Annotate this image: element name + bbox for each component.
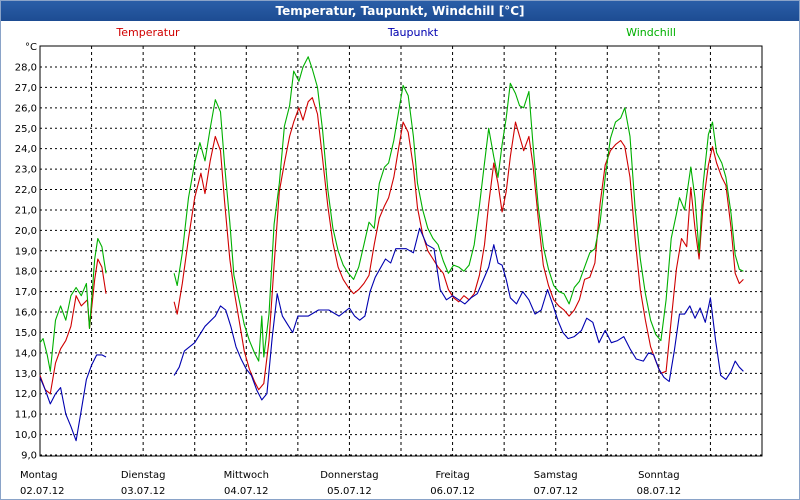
y-tick-label: 24,0	[15, 144, 37, 155]
y-tick-label: 27,0	[15, 83, 37, 94]
y-tick-label: 9,0	[21, 451, 37, 462]
x-tick-date: 02.07.12	[20, 486, 65, 497]
y-tick-label: 12,0	[15, 389, 37, 400]
y-tick-label: 22,0	[15, 185, 37, 196]
legend: Temperatur Taupunkt Windchill	[115, 26, 676, 39]
series-temperatur	[39, 97, 744, 395]
y-tick-label: 25,0	[15, 124, 37, 135]
y-tick-label: 26,0	[15, 103, 37, 114]
x-tick-date: 07.07.12	[533, 486, 578, 497]
y-tick-label: 17,0	[15, 287, 37, 298]
legend-item-temperatur: Temperatur	[115, 26, 180, 39]
legend-item-taupunkt: Taupunkt	[387, 26, 439, 39]
series-windchill	[39, 56, 744, 372]
y-unit-label: °C	[25, 42, 37, 53]
x-tick-day-name: Samstag	[534, 470, 578, 481]
x-tick-day-name: Freitag	[435, 470, 469, 481]
series	[39, 56, 744, 442]
y-tick-label: 23,0	[15, 165, 37, 176]
y-tick-label: 15,0	[15, 328, 37, 339]
series-line-segment	[173, 56, 744, 362]
y-tick-label: 16,0	[15, 308, 37, 319]
y-tick-label: 13,0	[15, 369, 37, 380]
y-tick-label: 11,0	[15, 410, 37, 421]
y-tick-label: 20,0	[15, 226, 37, 237]
series-line-segment	[173, 227, 744, 401]
y-tick-label: 28,0	[15, 63, 37, 74]
x-tick-date: 04.07.12	[224, 486, 269, 497]
x-tick-day-name: Mittwoch	[224, 470, 269, 481]
y-tick-label: 19,0	[15, 246, 37, 257]
x-tick-date: 05.07.12	[327, 486, 372, 497]
x-tick-date: 03.07.12	[121, 486, 166, 497]
x-tick-day-name: Montag	[20, 470, 57, 481]
y-axis: 9,0 10,0 11,0 12,0 13,0 14,0 15,0 16,0 17,0 18,0 1…	[15, 63, 37, 462]
y-tick-label: 18,0	[15, 267, 37, 278]
grid	[40, 46, 762, 456]
x-tick-day-name: Donnerstag	[320, 470, 378, 481]
y-tick-label: 21,0	[15, 205, 37, 216]
temperature-chart: 9,0 10,0 11,0 12,0 13,0 14,0 15,0 16,0 17,0 18,0 1…	[15, 26, 763, 497]
x-axis: Montag 02.07.12 Dienstag 03.07.12 Mittwoch 04…	[20, 470, 681, 497]
y-tick-label: 14,0	[15, 348, 37, 359]
series-taupunkt	[39, 227, 744, 442]
series-line-segment	[39, 237, 107, 372]
x-tick-day-name: Sonntag	[638, 470, 680, 481]
legend-item-windchill: Windchill	[626, 26, 676, 39]
y-tick-label: 10,0	[15, 430, 37, 441]
x-tick-date: 08.07.12	[637, 486, 682, 497]
x-tick-day-name: Dienstag	[121, 470, 166, 481]
x-tick-date: 06.07.12	[430, 486, 475, 497]
